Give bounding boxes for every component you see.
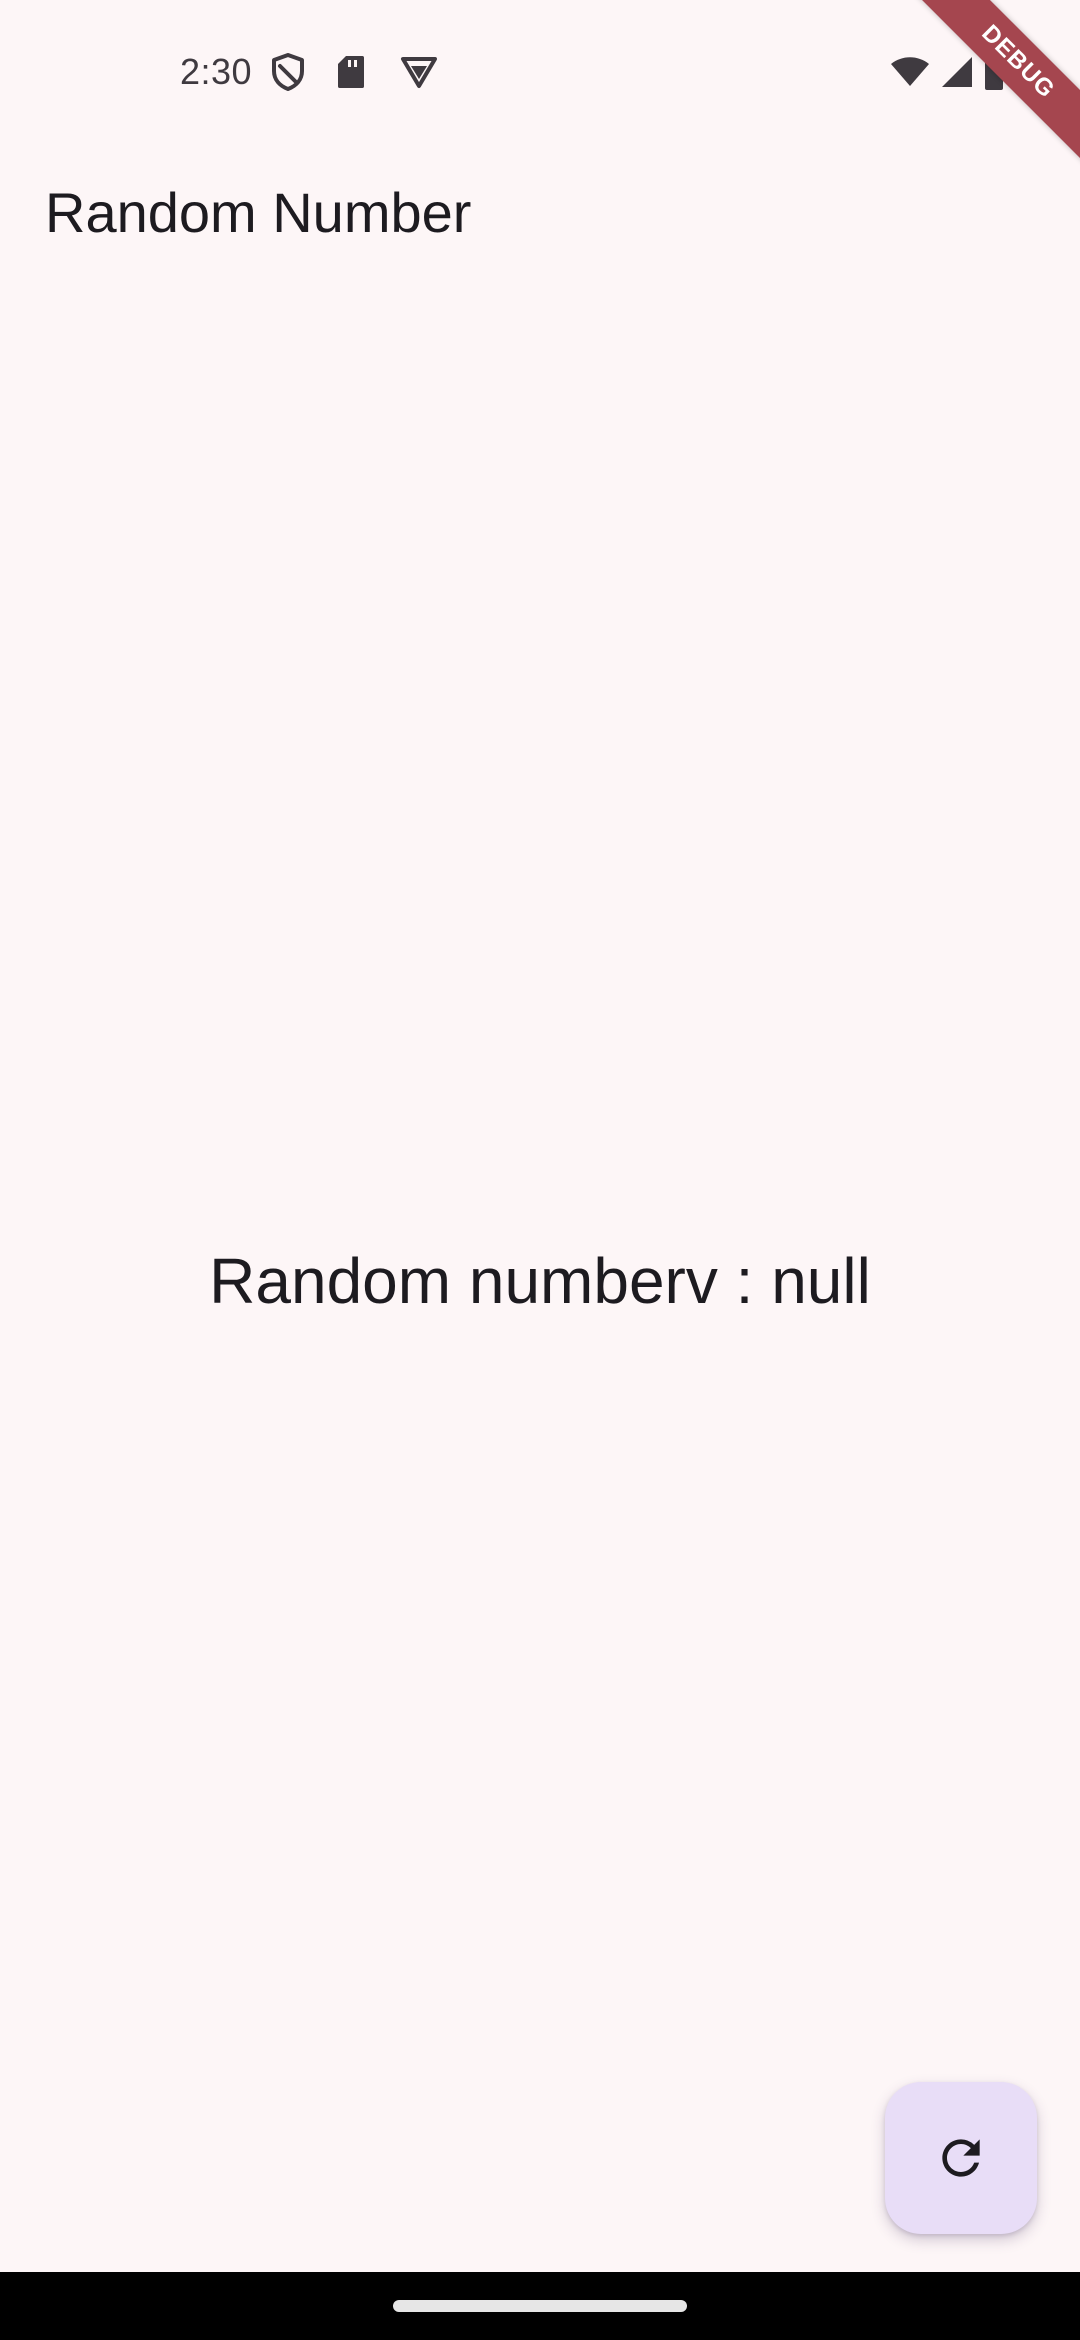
status-time: 2:30 [180, 51, 253, 92]
random-number-text: Random numberv : null [209, 1245, 871, 1317]
refresh-button[interactable] [885, 2082, 1037, 2234]
home-indicator[interactable] [393, 2300, 687, 2312]
status-bar: 2:30 [0, 0, 1080, 140]
status-right [890, 52, 1004, 92]
system-navigation-bar [0, 2272, 1080, 2340]
battery-icon [984, 54, 1004, 90]
app-screen: 2:30 DEBUG Random Number Random numberv … [0, 0, 1080, 2272]
refresh-icon [933, 2130, 989, 2186]
cell-signal-icon [940, 55, 974, 89]
status-left: 2:30 [180, 48, 438, 96]
app-bar-title: Random Number [45, 181, 472, 244]
sd-card-icon [336, 54, 366, 90]
vpn-icon [400, 55, 438, 89]
wifi-icon [890, 56, 930, 88]
shield-icon [270, 52, 306, 92]
app-bar: Random Number [0, 140, 1080, 280]
